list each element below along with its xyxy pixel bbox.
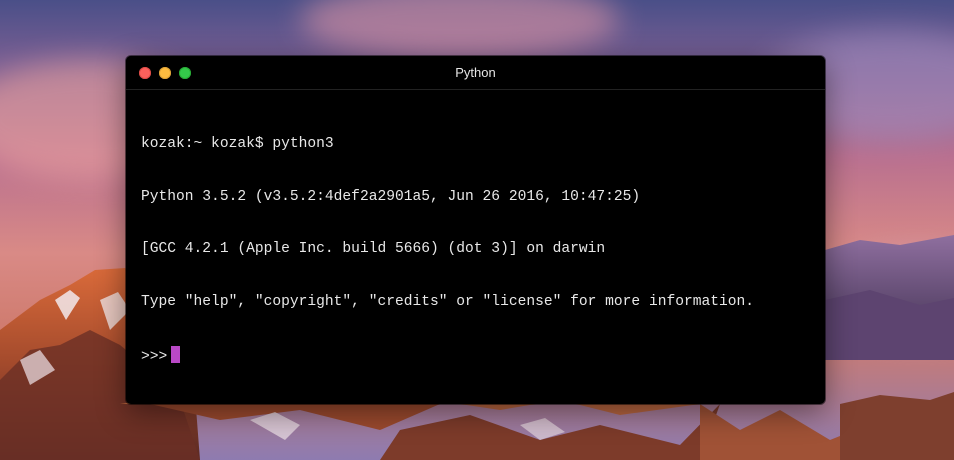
text-cursor [171,346,181,363]
terminal-line: Type "help", "copyright", "credits" or "… [141,293,755,310]
window-title: Python [455,65,496,80]
terminal-line: [GCC 4.2.1 (Apple Inc. build 5666) (dot … [141,241,606,257]
prompt-line[interactable]: >>> [141,346,815,365]
window-titlebar[interactable]: Python [126,56,825,90]
terminal-line: Python 3.5.2 (v3.5.2:4def2a2901a5, Jun 2… [141,188,641,205]
python-prompt: >>> [141,349,168,365]
terminal-output[interactable]: kozak:~ kozak$ python3 Python 3.5.2 (v3.… [141,101,815,399]
terminal-line: kozak:~ kozak$ python3 [141,136,334,152]
terminal-window[interactable]: Python kozak:~ kozak$ python3 Python 3.5… [126,56,825,404]
